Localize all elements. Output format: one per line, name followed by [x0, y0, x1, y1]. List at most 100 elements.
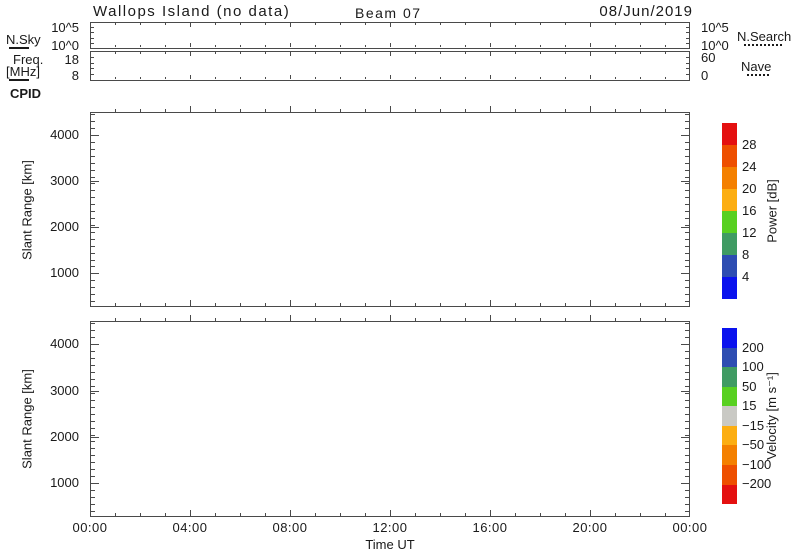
colorbar-tick-label: 200 — [742, 340, 764, 355]
x-tick-mark — [440, 23, 441, 25]
x-tick-mark — [365, 303, 366, 306]
y-minor-tick — [685, 504, 689, 505]
x-tick-mark — [190, 300, 191, 306]
y-major-tick — [681, 483, 689, 484]
y-tick-label: 4000 — [36, 336, 79, 351]
y-minor-tick — [685, 379, 689, 380]
x-tick-mark — [165, 77, 166, 79]
y-minor-tick — [685, 511, 689, 512]
y-minor-tick — [91, 211, 95, 212]
x-tick-label: 08:00 — [264, 520, 316, 535]
colorbar-tick-label: 24 — [742, 159, 756, 174]
y-minor-tick — [685, 323, 689, 324]
x-tick-mark — [415, 45, 416, 47]
y-minor-tick — [91, 156, 95, 157]
y-minor-tick — [91, 428, 95, 429]
x-tick-mark — [140, 52, 141, 54]
x-tick-mark — [540, 318, 541, 321]
y-minor-tick — [91, 301, 95, 302]
x-tick-mark — [190, 75, 191, 79]
y-minor-tick — [91, 260, 95, 261]
y-minor-tick — [685, 400, 689, 401]
x-tick-mark — [140, 23, 141, 25]
colorbar-tick-label: 28 — [742, 137, 756, 152]
y-minor-tick — [91, 149, 95, 150]
y-minor-tick — [685, 330, 689, 331]
x-tick-mark — [290, 43, 291, 47]
x-tick-mark — [590, 300, 591, 306]
y-minor-tick — [91, 462, 95, 463]
y-minor-tick — [91, 372, 95, 373]
x-tick-mark — [590, 52, 591, 56]
x-tick-label: 12:00 — [364, 520, 416, 535]
y-minor-tick — [685, 490, 689, 491]
y-major-tick — [91, 181, 99, 182]
x-tick-mark — [590, 510, 591, 516]
x-tick-mark — [315, 513, 316, 516]
x-tick-mark — [165, 23, 166, 25]
y-minor-tick — [91, 266, 95, 267]
x-tick-mark — [165, 52, 166, 54]
x-tick-mark — [615, 52, 616, 54]
y-major-tick — [681, 135, 689, 136]
y-tick-label: 4000 — [36, 127, 79, 142]
x-tick-mark — [465, 45, 466, 47]
y-minor-tick — [685, 232, 689, 233]
x-tick-mark — [190, 23, 191, 27]
y-tick-label: 3000 — [36, 173, 79, 188]
x-tick-mark — [290, 75, 291, 79]
colorbar-tick-label: 8 — [742, 247, 749, 262]
y-minor-tick — [91, 504, 95, 505]
x-tick-mark — [315, 23, 316, 25]
x-tick-mark — [265, 23, 266, 25]
x-tick-mark — [465, 318, 466, 321]
x-tick-mark — [490, 43, 491, 47]
x-tick-mark — [115, 109, 116, 112]
x-tick-mark — [265, 45, 266, 47]
x-tick-mark — [290, 106, 291, 112]
x-tick-mark — [590, 106, 591, 112]
y-major-tick — [91, 273, 99, 274]
x-tick-mark — [265, 52, 266, 54]
y-minor-tick — [685, 266, 689, 267]
y-minor-tick — [685, 170, 689, 171]
x-tick-mark — [515, 23, 516, 25]
x-tick-mark — [640, 303, 641, 306]
x-tick-mark — [340, 318, 341, 321]
y-minor-tick — [91, 379, 95, 380]
y-minor-tick — [91, 435, 95, 436]
y-minor-tick — [685, 294, 689, 295]
y-major-tick — [91, 483, 99, 484]
y-major-tick — [681, 227, 689, 228]
x-tick-mark — [615, 23, 616, 25]
y-tick-label: 2000 — [36, 219, 79, 234]
x-tick-mark — [515, 45, 516, 47]
x-tick-mark — [665, 45, 666, 47]
x-tick-mark — [640, 318, 641, 321]
x-tick-mark — [415, 318, 416, 321]
x-tick-mark — [340, 109, 341, 112]
y-minor-tick — [91, 351, 95, 352]
x-tick-mark — [265, 303, 266, 306]
x-tick-mark — [415, 303, 416, 306]
x-tick-mark — [665, 52, 666, 54]
x-tick-mark — [140, 303, 141, 306]
x-tick-mark — [215, 318, 216, 321]
x-tick-mark — [140, 77, 141, 79]
y-minor-tick — [685, 435, 689, 436]
x-tick-mark — [615, 109, 616, 112]
generated-axis-layer: 1000200030004000100020003000400000:0004:… — [0, 0, 800, 554]
y-minor-tick — [685, 156, 689, 157]
x-tick-mark — [590, 23, 591, 27]
colorbar-tick-label: 100 — [742, 359, 764, 374]
y-minor-tick — [685, 163, 689, 164]
y-minor-tick — [91, 170, 95, 171]
y-minor-tick — [685, 301, 689, 302]
strip-y-tick — [686, 32, 689, 33]
x-tick-mark — [415, 52, 416, 54]
y-minor-tick — [685, 497, 689, 498]
x-tick-mark — [390, 43, 391, 47]
x-tick-mark — [365, 513, 366, 516]
x-tick-mark — [215, 303, 216, 306]
x-tick-mark — [190, 52, 191, 56]
